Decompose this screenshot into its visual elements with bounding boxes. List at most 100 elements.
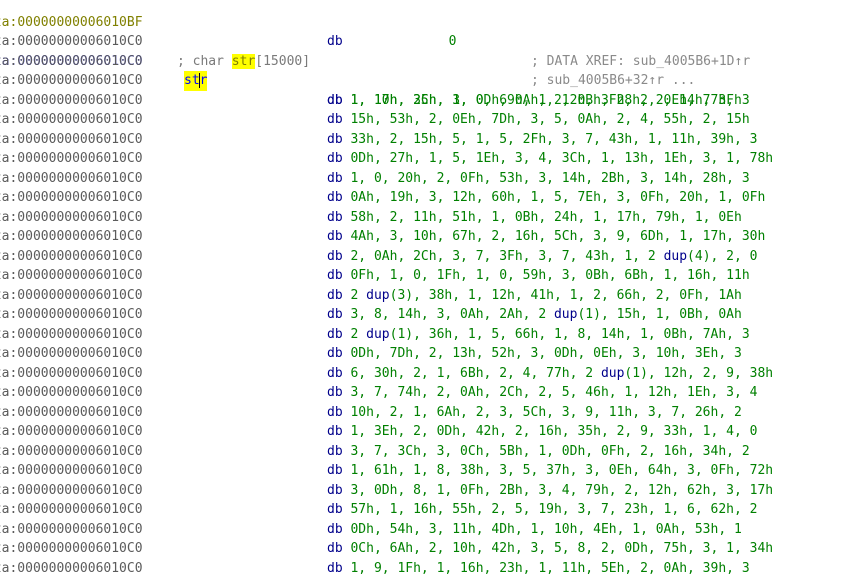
listing-line-data[interactable]: ata:00000000006010C0 db 6, 30h, 2, 1, 6Bh… — [0, 364, 857, 384]
mnemonic: db — [327, 190, 343, 205]
listing-line-data[interactable]: ata:00000000006010C0 db 3, 7, 3Ch, 3, 0Ch… — [0, 442, 857, 462]
listing-line-data[interactable]: ata:00000000006010C0 db 3, 7, 74h, 2, 0Ah… — [0, 383, 857, 403]
mnemonic: db — [327, 326, 343, 342]
mnemonic: db — [327, 463, 343, 478]
line-address: ata:00000000006010C0 — [0, 131, 143, 147]
line-address: ata:00000000006010C0 — [0, 541, 143, 556]
line-instruction: db 0Dh, 7Dh, 2, 13h, 52h, 3, 0Dh, 0Eh, 3… — [327, 344, 742, 364]
operands: 1, 0, 20h, 2, 0Fh, 53h, 3, 14h, 2Bh, 3, … — [350, 170, 750, 186]
operands: 2 dup(1), 36h, 1, 5, 66h, 1, 8, 14h, 1, … — [350, 326, 750, 342]
listing-line-data[interactable]: ata:00000000006010C0 db 1, 17h, 3Ch, 1, 0… — [0, 91, 857, 111]
line-address: ata:00000000006010C0 — [0, 502, 143, 517]
listing-line-data[interactable]: ata:00000000006010C0 db 33h, 2, 15h, 5, 1… — [0, 130, 857, 150]
listing-line-data[interactable]: ata:00000000006010C0 db 15h, 53h, 2, 0Eh,… — [0, 110, 857, 130]
listing-line-xref[interactable]: ata:00000000006010C0 ; DATA XREF: sub_400… — [0, 52, 857, 72]
operands: 0Ch, 6Ah, 2, 10h, 42h, 3, 5, 8, 2, 0Dh, … — [350, 541, 774, 556]
mnemonic: db — [327, 346, 343, 361]
mnemonic: db — [327, 209, 343, 225]
listing-line-data[interactable]: ata:00000000006010C0 db 1, 0, 20h, 2, 0Fh… — [0, 169, 857, 189]
listing-line-data[interactable]: ata:00000000006010C0 db 0Dh, 27h, 1, 5, 1… — [0, 149, 857, 169]
line-address: ata:00000000006010C0 — [0, 170, 143, 186]
line-instruction: db 33h, 2, 15h, 5, 1, 5, 2Fh, 3, 7, 43h,… — [327, 130, 757, 150]
line-address: ata:00000000006010C0 — [0, 307, 143, 322]
mnemonic: db — [327, 385, 343, 400]
mnemonic: db — [327, 502, 343, 517]
line-address: ata:00000000006010C0 — [0, 404, 143, 420]
line-address: ata:00000000006010C0 — [0, 248, 143, 264]
line-instruction: db 57h, 1, 16h, 55h, 2, 5, 19h, 3, 7, 23… — [327, 500, 757, 520]
listing-line-data[interactable]: ata:00000000006010C0 db 0Dh, 54h, 3, 11h,… — [0, 520, 857, 540]
line-instruction: db 2 dup(3), 38h, 1, 12h, 41h, 1, 2, 66h… — [327, 286, 742, 306]
line-instruction: db 3, 0Dh, 8, 1, 0Fh, 2Bh, 3, 4, 79h, 2,… — [327, 481, 773, 501]
listing-line-data[interactable]: ata:00000000006010C0 db 57h, 1, 16h, 55h,… — [0, 500, 857, 520]
listing-line-data[interactable]: ata:00000000006010C0 db 10h, 2, 1, 6Ah, 2… — [0, 403, 857, 423]
operands: 1, 61h, 1, 8, 38h, 3, 5, 37h, 3, 0Eh, 64… — [350, 463, 774, 478]
mnemonic: db — [327, 248, 343, 264]
operands: 6, 30h, 2, 1, 6Bh, 2, 4, 77h, 2 dup(1), … — [350, 365, 774, 381]
mnemonic: db — [327, 92, 343, 108]
listing-line-data[interactable]: ata:00000000006010C0 db 58h, 2, 11h, 51h,… — [0, 208, 857, 228]
line-instruction: db 6, 30h, 2, 1, 6Bh, 2, 4, 77h, 2 dup(1… — [327, 364, 773, 384]
mnemonic: db — [327, 482, 343, 498]
line-address: ata:00000000006010C0 — [0, 346, 143, 361]
line-address: ata:00000000006010C0 — [0, 287, 143, 303]
listing-line-data[interactable]: ata:00000000006010C0 db 0Fh, 1, 0, 1Fh, 1… — [0, 266, 857, 286]
operands: 0Dh, 27h, 1, 5, 1Eh, 3, 4, 3Ch, 1, 13h, … — [350, 151, 774, 166]
listing-line-data[interactable]: ata:00000000006010C0 db 0Ch, 6Ah, 2, 10h,… — [0, 539, 857, 559]
line-address: ata:00000000006010C0 — [0, 190, 143, 205]
line-instruction: db 3, 8, 14h, 3, 0Ah, 2Ah, 2 dup(1), 15h… — [327, 305, 742, 325]
listing-line-xref[interactable]: ata:00000000006010C0 ; sub_4005B6+32↑r ..… — [0, 71, 857, 91]
line-instruction: db 0Dh, 54h, 3, 11h, 4Dh, 1, 10h, 4Eh, 1… — [327, 520, 742, 540]
operands: 0Dh, 54h, 3, 11h, 4Dh, 1, 10h, 4Eh, 1, 0… — [350, 521, 742, 537]
listing-line-comment[interactable]: ata:00000000006010C0 ; char str[15000] — [0, 13, 857, 69]
listing-line-label[interactable]: ata:00000000006010C0 str db 1, 10h, 25h,… — [0, 32, 857, 108]
listing-line-data[interactable]: ata:00000000006010C0 db 4Ah, 3, 10h, 67h,… — [0, 227, 857, 247]
listing-line-top[interactable]: ata:00000000006010BF db0 — [0, 0, 857, 50]
mnemonic: db — [327, 268, 343, 283]
listing-line-data[interactable]: ata:00000000006010C0 db 1, 3Eh, 2, 0Dh, 4… — [0, 422, 857, 442]
operands: 2, 0Ah, 2Ch, 3, 7, 3Fh, 3, 7, 43h, 1, 2 … — [350, 248, 758, 264]
mnemonic: db — [327, 560, 343, 576]
listing-line-data[interactable]: ata:00000000006010C0 db 1, 61h, 1, 8, 38h… — [0, 461, 857, 481]
listing-line-data[interactable]: ata:00000000006010C0 db 0Ah, 19h, 3, 12h,… — [0, 188, 857, 208]
operands: 3, 8, 14h, 3, 0Ah, 2Ah, 2 dup(1), 15h, 1… — [350, 307, 742, 322]
listing-line-data[interactable]: ata:00000000006010C0 db 0Dh, 7Dh, 2, 13h,… — [0, 344, 857, 364]
line-instruction: db 3, 7, 74h, 2, 0Ah, 2Ch, 2, 5, 46h, 1,… — [327, 383, 757, 403]
line-instruction: db 0Fh, 1, 0, 1Fh, 1, 0, 59h, 3, 0Bh, 6B… — [327, 266, 750, 286]
listing-line-data[interactable]: ata:00000000006010C0 db 2 dup(3), 38h, 1,… — [0, 286, 857, 306]
line-instruction: db 2 dup(1), 36h, 1, 5, 66h, 1, 8, 14h, … — [327, 325, 750, 345]
mnemonic: db — [327, 131, 343, 147]
line-instruction: db 1, 61h, 1, 8, 38h, 3, 5, 37h, 3, 0Eh,… — [327, 461, 773, 481]
line-address: ata:00000000006010C0 — [0, 424, 143, 439]
line-address: ata:00000000006010C0 — [0, 151, 143, 166]
listing-line-data[interactable]: ata:00000000006010C0 db 2 dup(1), 36h, 1,… — [0, 325, 857, 345]
operands: 1, 17h, 3Ch, 1, 0, 69h, 1, 12h, 3Fh, 2, … — [350, 92, 750, 108]
listing-line-data[interactable]: ata:00000000006010C0 db 3, 0Dh, 8, 1, 0Fh… — [0, 481, 857, 501]
line-address: ata:00000000006010C0 — [0, 482, 143, 498]
line-address: ata:00000000006010C0 — [0, 560, 143, 576]
operands: 15h, 53h, 2, 0Eh, 7Dh, 3, 5, 0Ah, 2, 4, … — [350, 112, 750, 127]
mnemonic: db — [327, 541, 343, 556]
xref-comment[interactable]: ; sub_4005B6+32↑r ... — [531, 71, 695, 91]
mnemonic: db — [327, 170, 343, 186]
line-address: ata:00000000006010C0 — [0, 209, 143, 225]
line-instruction: db 0Ah, 19h, 3, 12h, 60h, 1, 5, 7Eh, 3, … — [327, 188, 765, 208]
mnemonic: db — [327, 287, 343, 303]
line-address: ata:00000000006010C0 — [0, 443, 143, 459]
line-instruction: db 0Ch, 6Ah, 2, 10h, 42h, 3, 5, 8, 2, 0D… — [327, 539, 773, 559]
mnemonic: db — [327, 112, 343, 127]
listing-line-data[interactable]: ata:00000000006010C0 db 3, 8, 14h, 3, 0Ah… — [0, 305, 857, 325]
xref-comment[interactable]: ; DATA XREF: sub_4005B6+1D↑r — [531, 52, 750, 72]
mnemonic: db — [327, 443, 343, 459]
line-address: ata:00000000006010C0 — [0, 521, 143, 537]
line-address: ata:00000000006010C0 — [0, 53, 143, 69]
line-address: ata:00000000006010C0 — [0, 463, 143, 478]
listing-line-data[interactable]: ata:00000000006010C0 db 1, 9, 1Fh, 1, 16h… — [0, 559, 857, 579]
line-instruction: db 58h, 2, 11h, 51h, 1, 0Bh, 24h, 1, 17h… — [327, 208, 742, 228]
line-instruction: db 15h, 53h, 2, 0Eh, 7Dh, 3, 5, 0Ah, 2, … — [327, 110, 750, 130]
mnemonic: db — [327, 521, 343, 537]
operands: 58h, 2, 11h, 51h, 1, 0Bh, 24h, 1, 17h, 7… — [350, 209, 742, 225]
line-address: ata:00000000006010C0 — [0, 92, 143, 108]
listing-line-data[interactable]: ata:00000000006010C0 db 2, 0Ah, 2Ch, 3, 7… — [0, 247, 857, 267]
disassembly-listing[interactable]: ata:00000000006010BF db0 ata:00000000006… — [0, 0, 857, 578]
